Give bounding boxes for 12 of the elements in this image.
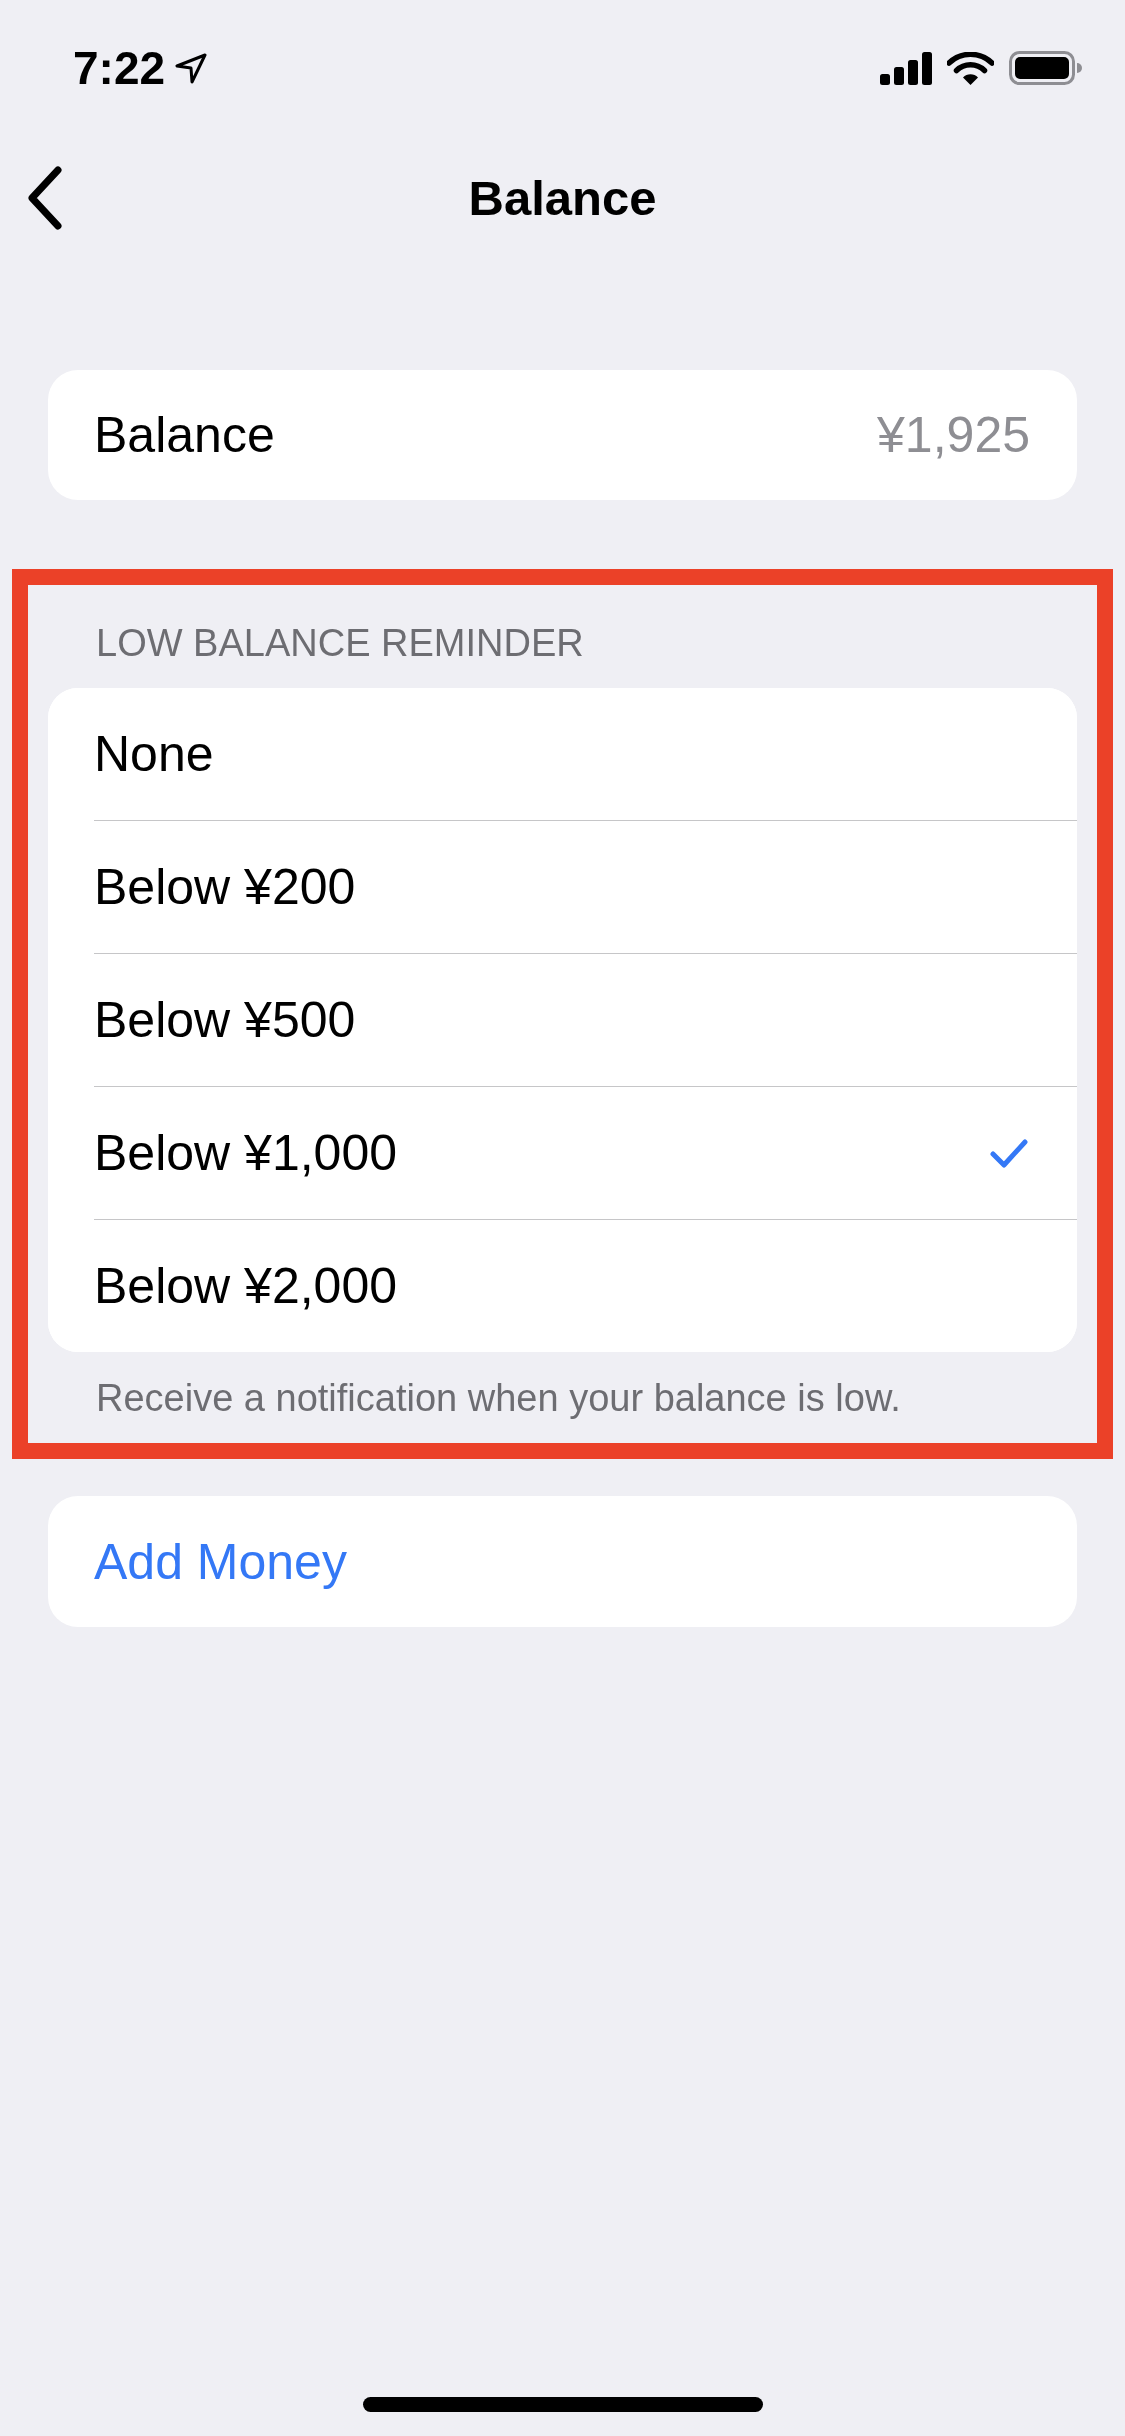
signal-icon: [880, 51, 932, 85]
balance-value: ¥1,925: [877, 410, 1030, 460]
location-arrow-icon: [175, 52, 208, 84]
section-footer: Receive a notification when your balance is low.: [96, 1379, 901, 1417]
chevron-left-icon: [26, 166, 64, 230]
balance-label: Balance: [94, 410, 275, 460]
section-header: LOW BALANCE REMINDER: [96, 624, 584, 662]
wifi-icon: [947, 51, 994, 85]
battery-icon: [1009, 51, 1082, 85]
status-time: 7:22: [73, 45, 166, 91]
nav-title: Balance: [468, 173, 657, 223]
add-money-button[interactable]: Add Money: [48, 1496, 1077, 1627]
